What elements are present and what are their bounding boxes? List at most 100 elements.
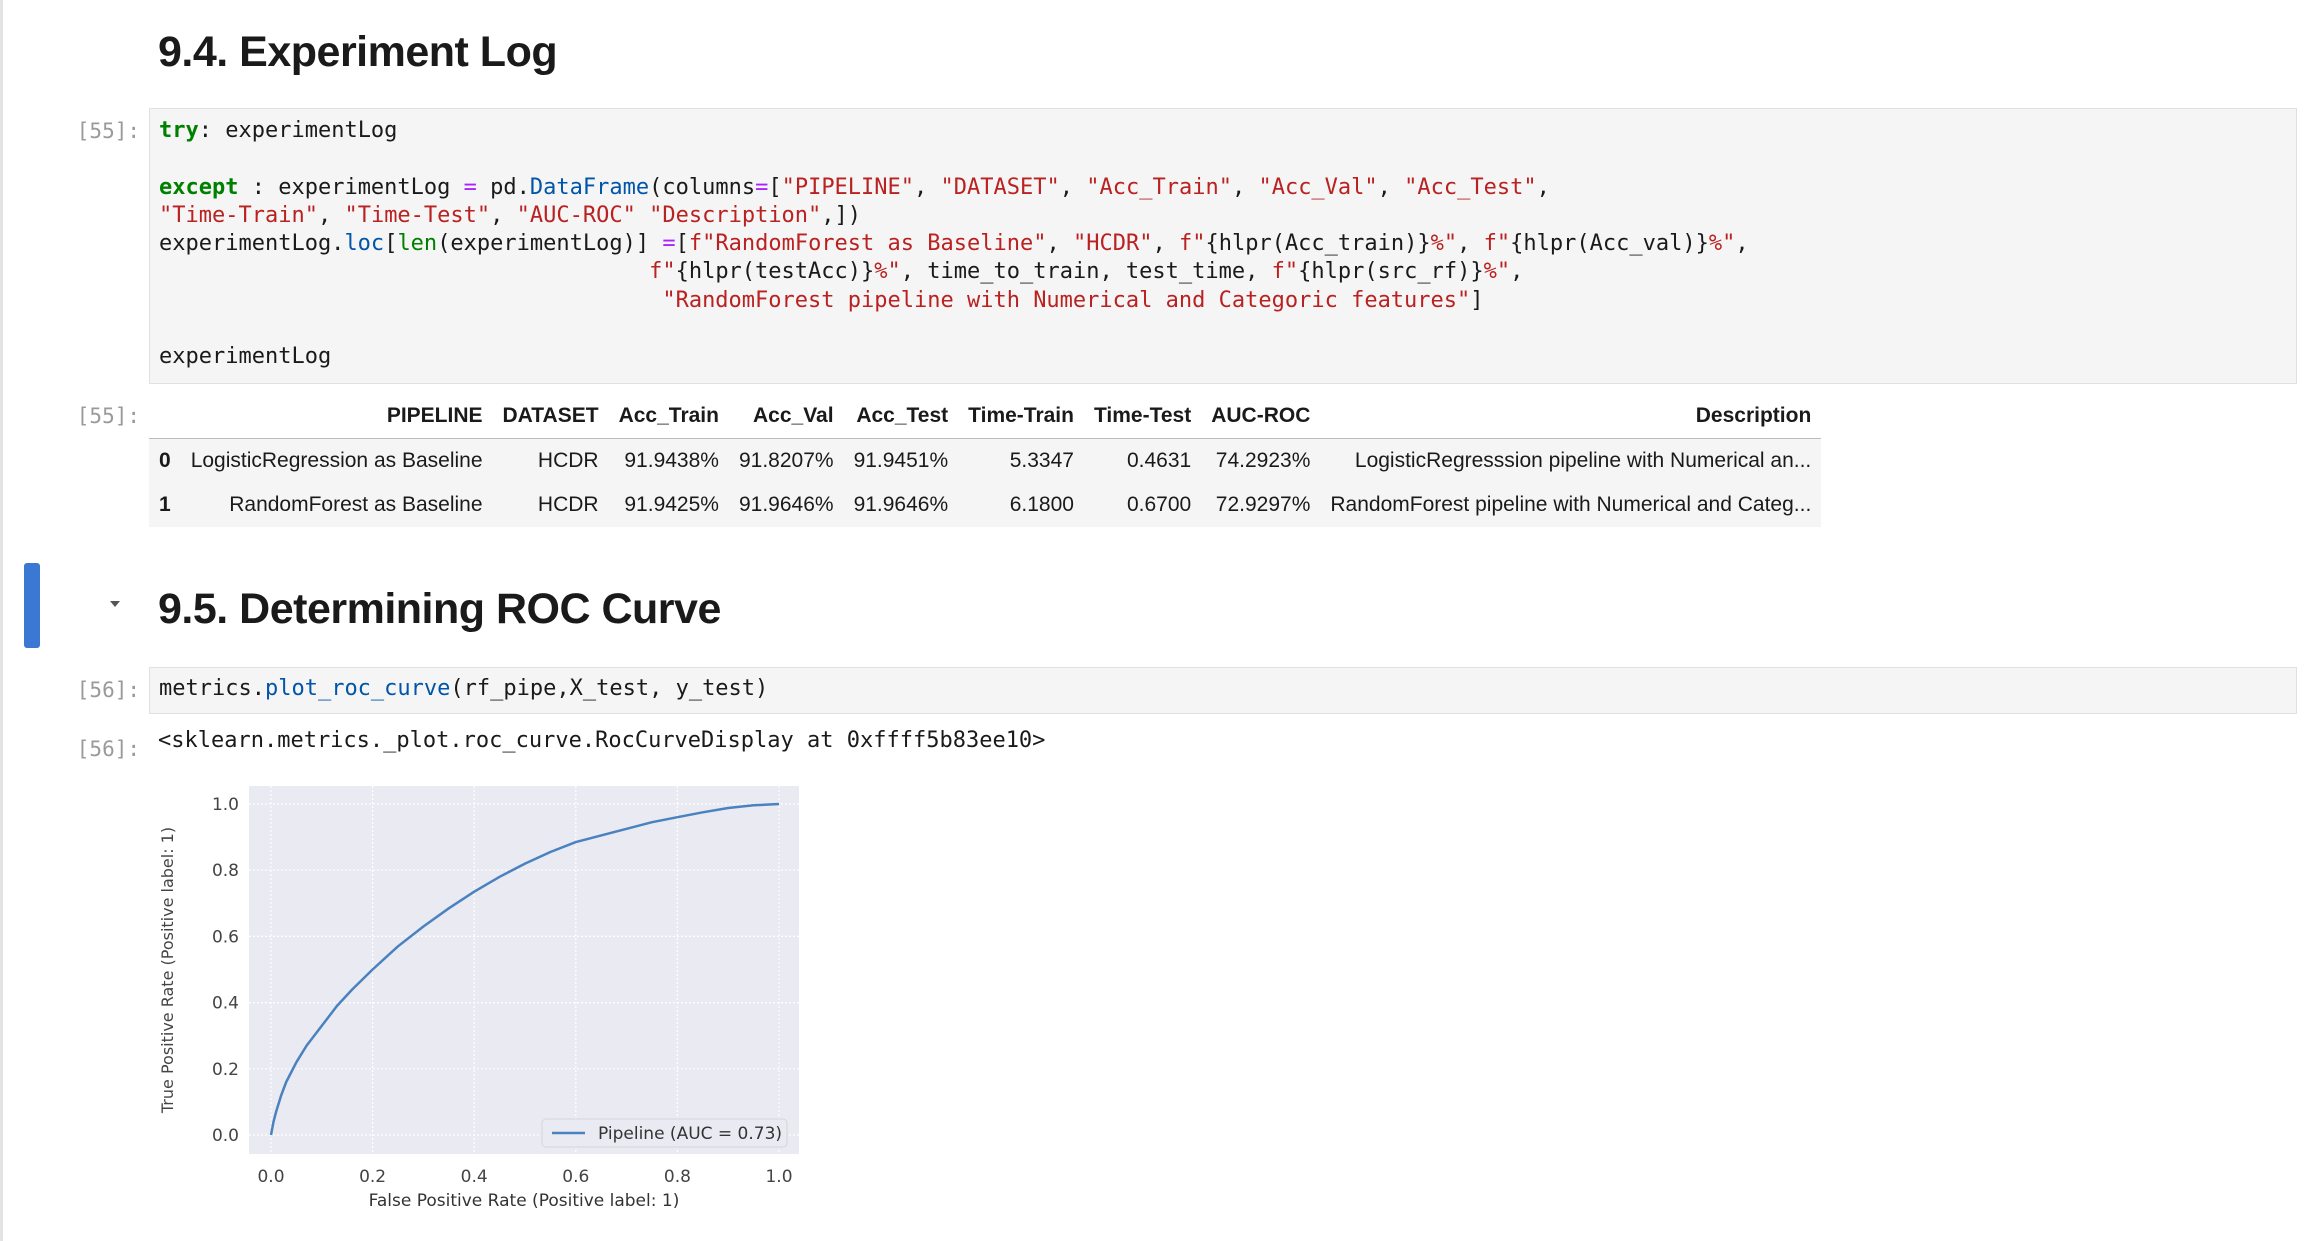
- code-token: "PIPELINE": [781, 174, 915, 200]
- code-editor-55[interactable]: try: experimentLog except : experimentLo…: [159, 117, 1749, 372]
- x-tick-label: 0.8: [664, 1167, 691, 1187]
- experiment-log-heading: 9.4. Experiment Log: [158, 28, 558, 76]
- code-token: "AUC-ROC" "Description": [516, 202, 822, 228]
- table-header-cell: Acc_Train: [608, 394, 729, 439]
- experiment-log-table: PIPELINE DATASET Acc_Train Acc_Val Acc_T…: [149, 394, 1822, 527]
- y-tick-labels: 0.0 0.2 0.4 0.6 0.8 1.0: [212, 795, 239, 1146]
- code-token: %": [874, 259, 901, 285]
- code-token: "Time-Test": [344, 202, 491, 228]
- code-token: ,: [1457, 231, 1484, 257]
- table-row: 0 LogisticRegression as Baseline HCDR 91…: [149, 438, 1822, 483]
- code-token: =: [463, 174, 477, 200]
- table-header-row: PIPELINE DATASET Acc_Train Acc_Val Acc_T…: [149, 394, 1822, 439]
- code-token: DataFrame: [529, 174, 650, 200]
- collapse-heading-icon[interactable]: [110, 601, 120, 607]
- table-header-cell: AUC-ROC: [1201, 394, 1321, 439]
- table-header-cell: PIPELINE: [180, 394, 493, 439]
- x-tick-label: 0.6: [562, 1167, 589, 1187]
- code-token: ,: [490, 202, 517, 228]
- code-token: f": [649, 259, 676, 285]
- table-cell: 91.9646%: [853, 493, 949, 516]
- cell56-input-prompt: [56]:: [76, 678, 140, 702]
- y-tick-label: 0.8: [212, 861, 239, 881]
- code-token: ,: [914, 174, 941, 200]
- code-token: ,: [1152, 231, 1179, 257]
- table-cell: 6.1800: [1009, 493, 1074, 516]
- code-token: {hlpr(Acc_train)}: [1205, 231, 1431, 257]
- table-cell: RandomForest as Baseline: [229, 493, 483, 516]
- code-token: experimentLog.: [159, 231, 345, 257]
- code-token: f"RandomForest as Baseline": [688, 231, 1047, 257]
- code-token: (experimentLog)]: [437, 231, 663, 257]
- table-cell: 91.8207%: [738, 449, 834, 472]
- y-tick-label: 0.0: [212, 1126, 239, 1146]
- code-token: "Acc_Val": [1258, 174, 1378, 200]
- table-index-cell: 1: [159, 493, 171, 516]
- table-header-cell: Acc_Test: [843, 394, 959, 439]
- table-cell: 0.4631: [1126, 449, 1192, 472]
- legend-label-pipeline: Pipeline (AUC = 0.73): [598, 1124, 782, 1144]
- chart-legend: Pipeline (AUC = 0.73): [541, 1118, 788, 1148]
- code-token: (columns: [649, 174, 756, 200]
- table-cell: 5.3347: [1009, 449, 1074, 472]
- y-tick-label: 1.0: [212, 795, 239, 815]
- code-token: f": [1483, 231, 1511, 257]
- code-cell-55[interactable]: try: experimentLog except : experimentLo…: [149, 108, 2297, 384]
- x-tick-label: 0.0: [257, 1167, 284, 1187]
- code-token: "Acc_Test": [1404, 174, 1537, 200]
- code-token: ,: [1735, 231, 1749, 257]
- code-token: [: [675, 231, 689, 257]
- code-token: %": [1430, 231, 1458, 257]
- table-cell: LogisticRegression as Baseline: [190, 449, 483, 472]
- code-token: : experimentLog: [198, 118, 398, 143]
- cell55-input-prompt: [55]:: [76, 119, 140, 143]
- x-tick-label: 0.4: [461, 1167, 488, 1187]
- table-cell: 91.9425%: [624, 493, 719, 516]
- x-axis-label: False Positive Rate (Positive label: 1): [369, 1191, 680, 1211]
- cell56-output-text: <sklearn.metrics._plot.roc_curve.RocCurv…: [158, 728, 1046, 753]
- table-cell: 74.2923%: [1215, 449, 1311, 472]
- table-cell: 91.9646%: [738, 493, 834, 516]
- code-cell-56[interactable]: metrics.plot_roc_curve(rf_pipe,X_test, y…: [149, 667, 2297, 714]
- code-token: "RandomForest pipeline with Numerical an…: [662, 287, 1471, 313]
- code-token: len: [397, 231, 438, 257]
- plot-background: [249, 786, 799, 1154]
- code-token: =: [662, 231, 676, 257]
- code-token: experimentLog: [159, 344, 332, 370]
- code-token: %": [1483, 259, 1511, 285]
- code-token: {hlpr(src_rf)}: [1298, 259, 1484, 285]
- code-token: {hlpr(testAcc)}: [675, 259, 875, 285]
- code-token: [: [384, 231, 398, 257]
- cell55-output-prompt: [55]:: [76, 404, 140, 428]
- code-token: , time_to_train, test_time,: [900, 259, 1272, 285]
- code-editor-56[interactable]: metrics.plot_roc_curve(rf_pipe,X_test, y…: [159, 675, 768, 703]
- code-token: pd.: [476, 174, 530, 200]
- x-tick-labels: 0.0 0.2 0.4 0.6 0.8 1.0: [257, 1167, 792, 1187]
- code-token: try: [159, 118, 199, 143]
- code-token: plot_roc_curve: [264, 676, 451, 701]
- y-tick-label: 0.6: [212, 927, 239, 947]
- table-header-cell: Acc_Val: [728, 394, 844, 439]
- table-cell: LogisticRegresssion pipeline with Numeri…: [1354, 449, 1812, 472]
- table-cell: RandomForest pipeline with Numerical and…: [1330, 493, 1812, 516]
- code-token: "DATASET": [940, 174, 1060, 200]
- code-token: except: [159, 174, 239, 200]
- code-token: ,: [1510, 259, 1524, 285]
- code-token: %": [1708, 231, 1736, 257]
- table-cell: 72.9297%: [1215, 493, 1311, 516]
- table-cell: 91.9451%: [853, 449, 949, 472]
- code-token: (rf_pipe,X_test, y_test): [450, 676, 769, 701]
- active-cell-indicator: [24, 563, 40, 648]
- code-token: "Acc_Train": [1086, 174, 1232, 200]
- code-token: ,: [1231, 174, 1259, 200]
- table-cell: HCDR: [537, 449, 599, 472]
- table-cell: 91.9438%: [624, 449, 719, 472]
- cell56-output-prompt: [56]:: [76, 737, 140, 761]
- table-row: 1 RandomForest as Baseline HCDR 91.9425%…: [149, 483, 1822, 527]
- table-header-cell: [149, 394, 181, 439]
- y-tick-label: 0.2: [212, 1060, 239, 1080]
- code-token: "Time-Train": [159, 202, 318, 228]
- code-token: f": [1178, 231, 1206, 257]
